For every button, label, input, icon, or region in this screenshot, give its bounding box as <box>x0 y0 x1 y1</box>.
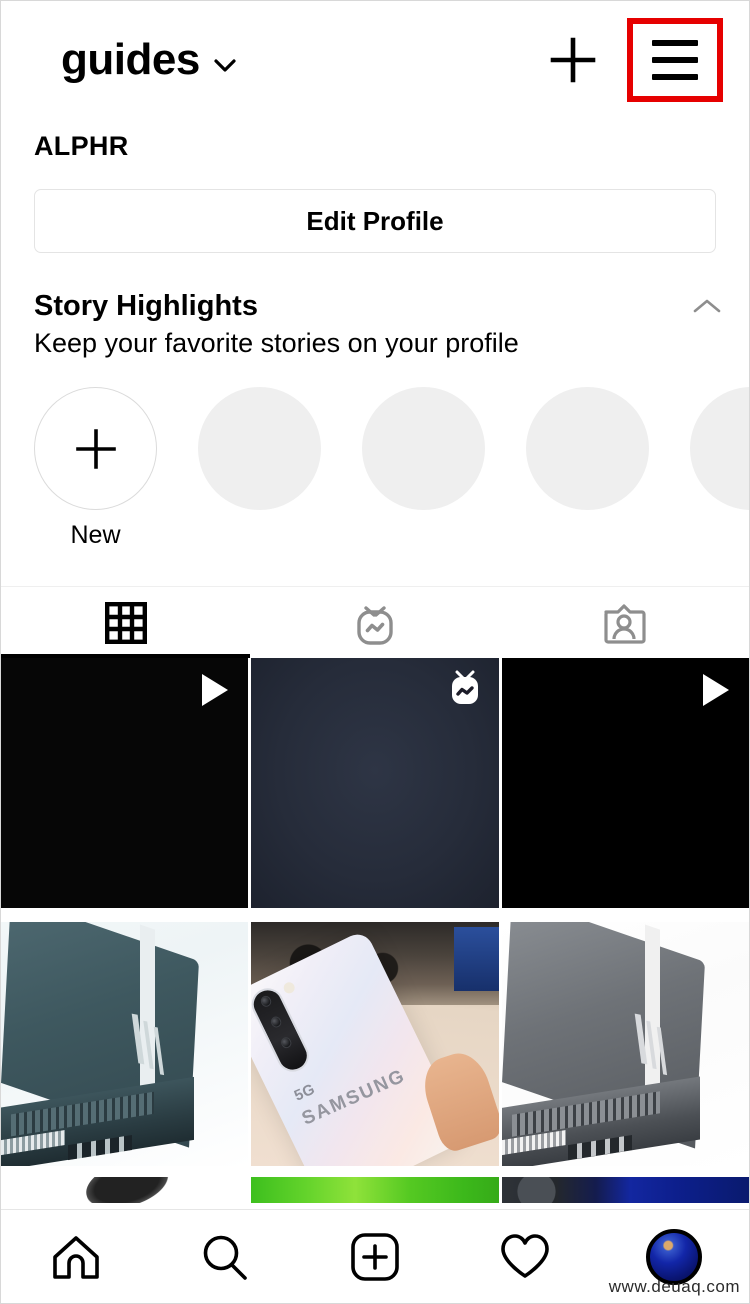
account-name: guides <box>61 35 200 84</box>
story-highlights-subtitle: Keep your favorite stories on your profi… <box>34 328 519 359</box>
account-switcher[interactable]: guides <box>61 38 236 82</box>
chevron-down-icon <box>214 58 236 72</box>
profile-tab-bar <box>1 586 749 659</box>
add-highlight-circle <box>34 387 157 511</box>
edit-profile-container: Edit Profile <box>1 162 749 253</box>
profile-display-name: ALPHR <box>34 131 129 161</box>
phone-5g-label: 5G <box>292 1080 319 1105</box>
hamburger-menu-icon <box>652 40 698 80</box>
search-icon <box>200 1232 250 1282</box>
menu-button[interactable] <box>627 18 723 102</box>
grid-icon <box>104 601 147 644</box>
story-highlight-placeholder[interactable] <box>526 387 649 511</box>
nav-activity[interactable] <box>450 1210 600 1303</box>
heart-icon <box>499 1233 551 1281</box>
story-highlight-new[interactable]: New <box>34 387 157 550</box>
media-cell-photo[interactable] <box>1 922 249 1167</box>
story-highlights-row[interactable]: New <box>1 361 749 550</box>
phone-brand-label: SAMSUNG <box>298 1064 410 1130</box>
highlight-circle <box>526 387 649 511</box>
nav-search[interactable] <box>151 1210 301 1303</box>
media-cell-photo[interactable]: 5G SAMSUNG <box>251 922 499 1167</box>
plus-icon <box>547 34 599 86</box>
plus-icon <box>72 425 120 473</box>
chevron-up-icon[interactable] <box>692 297 722 315</box>
story-highlights-title: Story Highlights <box>34 290 258 322</box>
media-grid: 5G SAMSUNG <box>1 658 749 1178</box>
story-highlight-placeholder[interactable] <box>690 387 749 511</box>
media-cell-video[interactable] <box>501 658 749 909</box>
story-highlight-placeholder[interactable] <box>198 387 321 511</box>
media-cell-video[interactable] <box>1 658 249 909</box>
play-icon <box>202 674 229 707</box>
tab-tagged[interactable] <box>500 587 749 658</box>
top-bar-actions <box>545 18 723 102</box>
highlight-circle <box>362 387 485 511</box>
story-highlights-header: Story Highlights Keep your favorite stor… <box>1 253 749 361</box>
media-cell-igtv[interactable] <box>251 658 499 909</box>
edit-profile-button[interactable]: Edit Profile <box>34 189 716 253</box>
media-cell-photo[interactable] <box>251 1177 499 1204</box>
highlight-circle <box>690 387 749 511</box>
tagged-person-icon <box>601 600 647 646</box>
nav-create[interactable] <box>300 1210 450 1303</box>
media-grid-row-partial <box>1 1177 749 1204</box>
plus-square-icon <box>350 1232 400 1282</box>
add-post-button[interactable] <box>545 32 601 88</box>
play-icon <box>702 674 729 707</box>
igtv-icon <box>448 670 482 710</box>
igtv-icon <box>352 599 398 647</box>
media-cell-photo[interactable] <box>501 922 749 1167</box>
phone-camera-module <box>251 983 315 1077</box>
tab-igtv[interactable] <box>250 587 499 658</box>
photo-background-banner <box>454 927 499 991</box>
story-highlight-label: New <box>70 521 121 550</box>
media-cell-photo[interactable] <box>1 1177 249 1204</box>
site-watermark: www.deuaq.com <box>608 1277 740 1296</box>
phone-flash <box>281 980 297 996</box>
home-icon <box>51 1233 101 1281</box>
nav-home[interactable] <box>1 1210 151 1303</box>
story-highlight-placeholder[interactable] <box>362 387 485 511</box>
instagram-profile-screen: guides ALPHR Edit Profile Story Highligh… <box>0 0 750 1304</box>
top-bar: guides <box>1 1 749 119</box>
highlight-circle <box>198 387 321 511</box>
media-cell-photo[interactable] <box>501 1177 749 1204</box>
tab-grid[interactable] <box>1 587 250 658</box>
